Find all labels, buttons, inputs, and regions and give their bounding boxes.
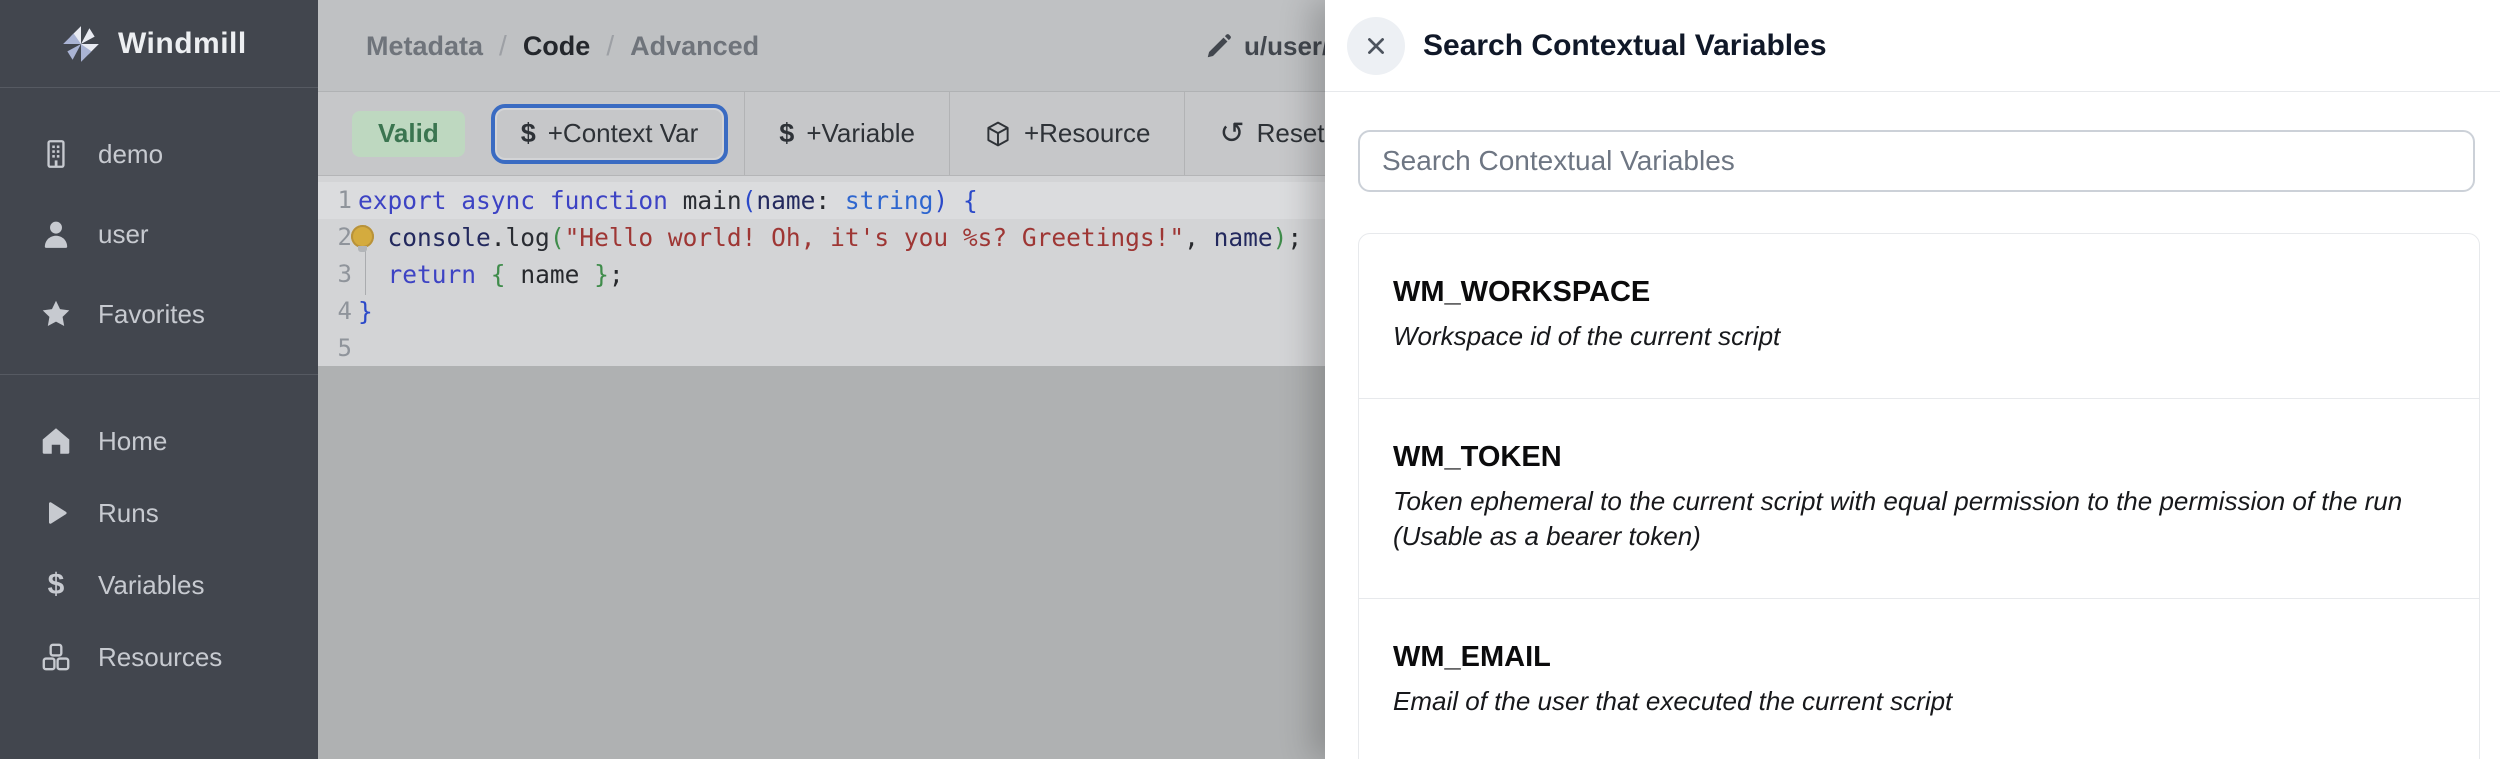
tab-metadata[interactable]: Metadata (366, 31, 483, 62)
user-icon (38, 216, 74, 252)
tab-advanced[interactable]: Advanced (630, 31, 759, 62)
sidebar-item-label: demo (98, 139, 163, 170)
close-icon (1361, 31, 1391, 61)
app-logo[interactable]: Windmill (0, 0, 318, 88)
script-path[interactable]: u/user/l (1204, 0, 1336, 92)
star-icon (38, 296, 74, 332)
sidebar-item-label: user (98, 219, 149, 250)
sidebar-item-home[interactable]: Home (0, 405, 318, 477)
sidebar-item-variables[interactable]: $ Variables (0, 549, 318, 621)
sidebar-item-label: Home (98, 426, 167, 457)
variable-description: Workspace id of the current script (1393, 319, 2445, 354)
dollar-icon: $ (38, 567, 74, 603)
dollar-icon: $ (779, 118, 794, 149)
boxes-icon (38, 639, 74, 675)
status-badge: Valid (352, 111, 465, 157)
variable-name: WM_WORKSPACE (1393, 276, 2445, 309)
add-context-var-button[interactable]: $ +Context Var (491, 104, 729, 164)
list-item-wm-email[interactable]: WM_EMAIL Email of the user that executed… (1359, 598, 2479, 759)
drawer-header: Search Contextual Variables (1325, 0, 2500, 92)
building-icon (38, 136, 74, 172)
variable-description: Email of the user that executed the curr… (1393, 684, 2445, 719)
windmill-logo-icon (60, 23, 102, 65)
dollar-icon: $ (521, 118, 536, 149)
list-item-wm-workspace[interactable]: WM_WORKSPACE Workspace id of the current… (1359, 234, 2479, 398)
sidebar-item-favorites[interactable]: Favorites (0, 274, 318, 354)
add-resource-button[interactable]: +Resource (949, 92, 1184, 175)
lightbulb-icon[interactable] (351, 225, 374, 248)
breadcrumb-tabs: Metadata / Code / Advanced (366, 0, 759, 92)
tab-separator: / (499, 30, 507, 62)
toolbar-button-group: $ +Variable +Resource ↺ Reset (744, 92, 1359, 175)
sidebar-item-resources[interactable]: Resources (0, 621, 318, 693)
drawer-search (1358, 130, 2475, 192)
variable-name: WM_TOKEN (1393, 441, 2445, 474)
sidebar: Windmill demo user (0, 0, 318, 759)
tab-code[interactable]: Code (523, 31, 591, 62)
sidebar-item-label: Runs (98, 498, 159, 529)
list-item-wm-token[interactable]: WM_TOKEN Token ephemeral to the current … (1359, 398, 2479, 598)
pencil-icon (1204, 31, 1234, 61)
script-path-text: u/user/l (1244, 31, 1336, 62)
close-button[interactable] (1347, 17, 1405, 75)
search-input[interactable] (1358, 130, 2475, 192)
sidebar-item-runs[interactable]: Runs (0, 477, 318, 549)
tab-separator: / (606, 30, 614, 62)
sidebar-item-user[interactable]: user (0, 194, 318, 274)
cube-icon (984, 120, 1012, 148)
drawer-title: Search Contextual Variables (1423, 29, 1827, 63)
add-variable-button[interactable]: $ +Variable (744, 92, 949, 175)
app-title: Windmill (118, 27, 247, 61)
sidebar-item-label: Favorites (98, 299, 205, 330)
sidebar-item-label: Resources (98, 642, 222, 673)
variable-description: Token ephemeral to the current script wi… (1393, 484, 2445, 554)
play-icon (38, 495, 74, 531)
rotate-ccw-icon: ↺ (1219, 119, 1244, 149)
search-contextual-variables-drawer: Search Contextual Variables WM_WORKSPACE… (1325, 0, 2500, 759)
contextual-variables-list: WM_WORKSPACE Workspace id of the current… (1358, 233, 2480, 759)
code-lines[interactable]: export async function main(name: string)… (358, 182, 1302, 367)
sidebar-workspace-section: demo user Favorites (0, 88, 318, 354)
home-icon (38, 423, 74, 459)
sidebar-item-label: Variables (98, 570, 204, 601)
sidebar-nav-section: Home Runs $ Variables Resources (0, 375, 318, 693)
sidebar-item-workspace[interactable]: demo (0, 114, 318, 194)
variable-name: WM_EMAIL (1393, 641, 2445, 674)
line-numbers: 1 2 3 4 5 (318, 182, 352, 367)
